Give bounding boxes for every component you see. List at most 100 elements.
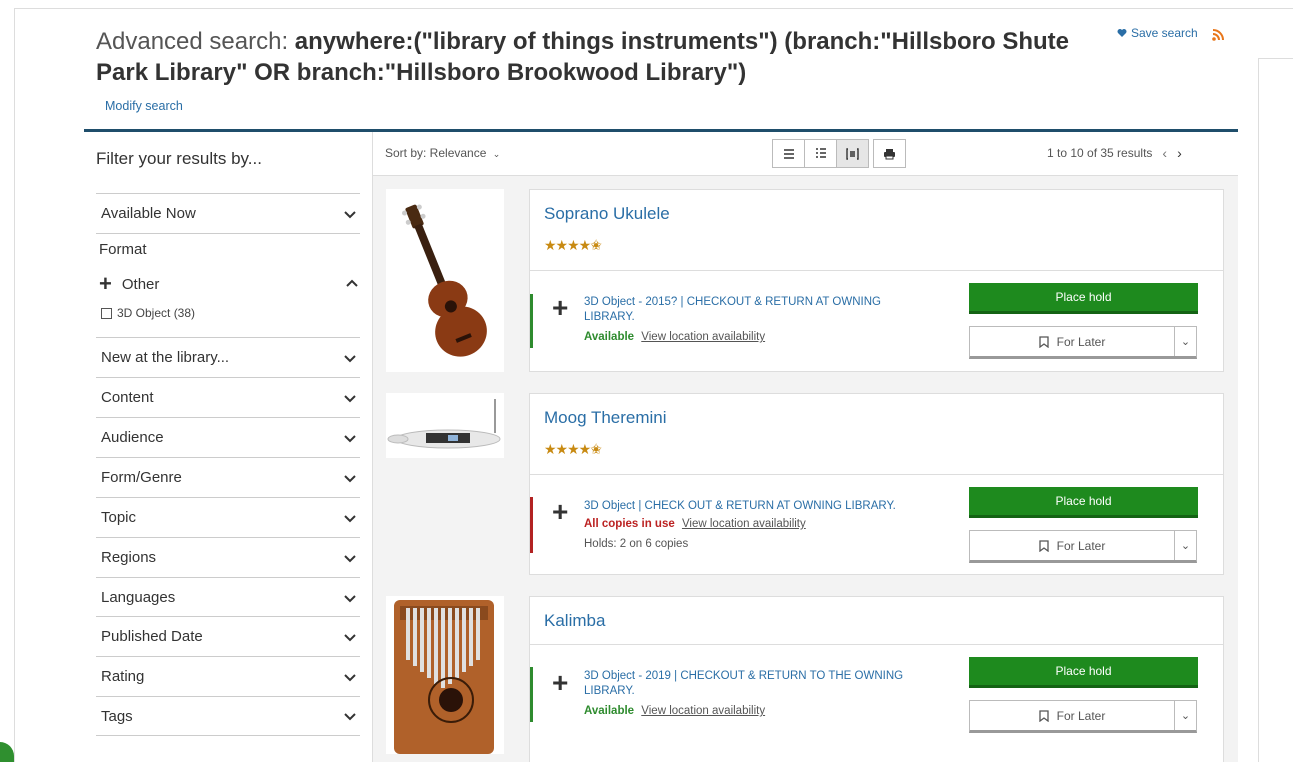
location-link[interactable]: View location availability <box>641 705 765 717</box>
chevron-down-icon <box>344 554 356 562</box>
facet-label: Content <box>101 389 154 406</box>
result-card: Soprano Ukulele ★★★★✬ + 3D Object - 2015… <box>529 189 1224 372</box>
chevron-down-icon <box>344 633 356 641</box>
modify-search-link[interactable]: Modify search <box>105 99 183 113</box>
facet-regions[interactable]: Regions <box>96 537 360 577</box>
sort-dropdown[interactable]: Sort by: Relevance ⌄ <box>385 146 500 160</box>
facet-label: Tags <box>101 707 133 725</box>
result-title[interactable]: Moog Theremini <box>544 408 667 428</box>
chevron-down-icon: ⌄ <box>492 149 501 159</box>
rss-icon[interactable] <box>1211 28 1225 42</box>
availability-status: All copies in use View location availabi… <box>584 518 806 530</box>
checkbox-box[interactable] <box>101 307 112 319</box>
for-later-button[interactable]: For Later ⌄ <box>969 326 1197 359</box>
place-hold-button[interactable]: Place hold <box>969 657 1198 688</box>
chevron-down-icon <box>344 673 356 681</box>
card-divider <box>530 270 1223 271</box>
location-link[interactable]: View location availability <box>682 518 806 530</box>
decorative-corner <box>0 742 14 762</box>
facet-audience[interactable]: Audience <box>96 417 360 457</box>
chevron-down-icon[interactable]: ⌄ <box>1174 701 1196 730</box>
availability-status: Available View location availability <box>584 705 765 717</box>
view-detail-list-button[interactable] <box>804 139 837 168</box>
ukulele-image <box>402 204 487 357</box>
format-info[interactable]: 3D Object | CHECK OUT & RETURN AT OWNING… <box>584 499 914 514</box>
heart-icon <box>1117 29 1127 37</box>
filter-sidebar: Filter your results by... Available Now … <box>84 132 373 762</box>
format-info[interactable]: 3D Object - 2015? | CHECKOUT & RETURN AT… <box>584 295 914 325</box>
format-label: Format <box>99 241 147 258</box>
view-mode-group <box>772 139 906 168</box>
chevron-down-icon <box>344 210 356 218</box>
theremin-image <box>387 399 501 449</box>
facet-label: Topic <box>101 509 137 526</box>
facet-label: New at the library... <box>101 349 230 366</box>
place-hold-button[interactable]: Place hold <box>969 487 1198 518</box>
printer-icon <box>884 148 895 159</box>
chevron-down-icon <box>344 434 356 442</box>
availability-bar <box>530 294 533 348</box>
result-thumbnail[interactable] <box>386 596 504 754</box>
result-card: Kalimba + 3D Object - 2019 | CHECKOUT & … <box>529 596 1224 762</box>
rating-stars: ★★★★✬ <box>544 441 602 457</box>
chevron-down-icon <box>344 394 356 402</box>
chevron-down-icon <box>344 713 356 721</box>
expand-plus-icon[interactable]: + <box>552 294 568 322</box>
checkbox-3d-object[interactable]: 3D Object (38) <box>101 306 195 320</box>
expand-plus-icon[interactable]: + <box>552 498 568 526</box>
facet-label: Published Date <box>101 628 203 645</box>
view-list-button[interactable] <box>772 139 805 168</box>
availability-bar <box>530 667 533 722</box>
list-icon <box>783 148 794 159</box>
result-title[interactable]: Soprano Ukulele <box>544 204 670 224</box>
format-other-toggle[interactable]: + Other <box>99 271 360 296</box>
facet-label: Form/Genre <box>101 469 182 486</box>
for-later-button[interactable]: For Later ⌄ <box>969 530 1197 563</box>
chevron-down-icon <box>344 354 356 362</box>
chevron-up-icon <box>346 279 358 287</box>
for-later-label: For Later <box>1056 538 1106 553</box>
facet-content[interactable]: Content <box>96 377 360 417</box>
result-thumbnail[interactable] <box>386 189 504 372</box>
facet-rating[interactable]: Rating <box>96 656 360 696</box>
format-divider <box>96 233 360 234</box>
results-count: 1 to 10 of 35 results <box>1047 146 1153 160</box>
expand-plus-icon[interactable]: + <box>552 669 568 697</box>
holds-info: Holds: 2 on 6 copies <box>584 538 689 550</box>
facet-form-genre[interactable]: Form/Genre <box>96 457 360 497</box>
other-label: Other <box>121 275 160 293</box>
view-card-button[interactable] <box>836 139 869 168</box>
card-divider <box>530 644 1223 645</box>
location-link[interactable]: View location availability <box>641 331 765 343</box>
plus-icon: + <box>99 271 112 296</box>
facet-languages[interactable]: Languages <box>96 577 360 617</box>
for-later-label: For Later <box>1056 708 1106 723</box>
facet-published-date[interactable]: Published Date <box>96 616 360 656</box>
rating-stars: ★★★★✬ <box>544 237 602 253</box>
chevron-down-icon[interactable]: ⌄ <box>1174 531 1196 560</box>
availability-bar <box>530 497 533 553</box>
chevron-down-icon[interactable]: ⌄ <box>1174 327 1196 356</box>
status-text: All copies in use <box>584 518 675 530</box>
result-card: Moog Theremini ★★★★✬ + 3D Object | CHECK… <box>529 393 1224 575</box>
for-later-button[interactable]: For Later ⌄ <box>969 700 1197 733</box>
card-divider <box>530 474 1223 475</box>
result-title[interactable]: Kalimba <box>544 611 605 631</box>
pagination: 1 to 10 of 35 results ‹ › <box>1047 145 1182 161</box>
facet-available-now[interactable]: Available Now <box>96 193 360 233</box>
status-text: Available <box>584 705 635 717</box>
place-hold-button[interactable]: Place hold <box>969 283 1198 314</box>
facet-topic[interactable]: Topic <box>96 497 360 537</box>
chevron-down-icon <box>344 474 356 482</box>
prev-page-icon[interactable]: ‹ <box>1162 145 1167 161</box>
page-title: Advanced search: anywhere:("library of t… <box>96 26 1116 88</box>
status-text: Available <box>584 331 635 343</box>
print-button[interactable] <box>873 139 906 168</box>
facet-tags[interactable]: Tags <box>96 696 360 736</box>
format-info[interactable]: 3D Object - 2019 | CHECKOUT & RETURN TO … <box>584 669 914 699</box>
save-search-label: Save search <box>1131 26 1198 40</box>
next-page-icon[interactable]: › <box>1177 145 1182 161</box>
facet-new[interactable]: New at the library... <box>96 337 360 377</box>
result-thumbnail[interactable] <box>386 393 504 458</box>
save-search-link[interactable]: Save search <box>1117 26 1198 40</box>
